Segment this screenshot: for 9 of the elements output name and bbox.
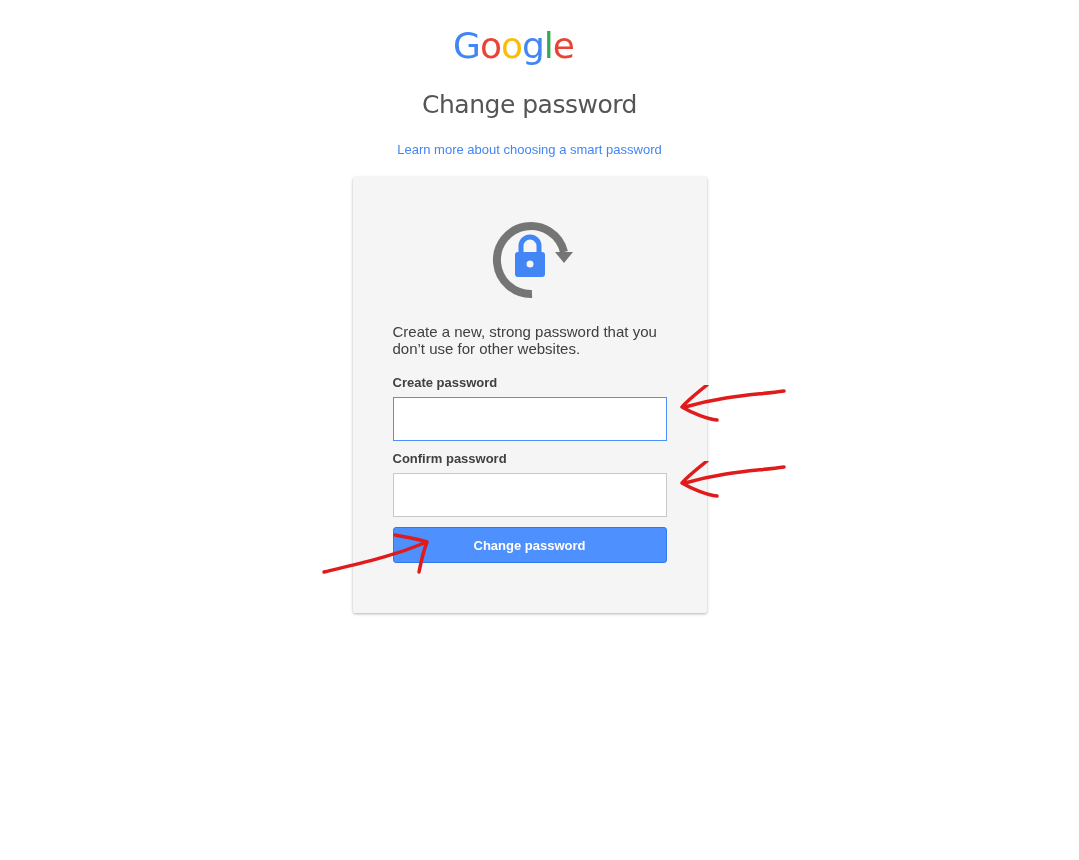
logo: Google	[453, 24, 574, 68]
password-field[interactable]	[392, 473, 667, 517]
field-label: Create password	[392, 375, 499, 390]
instructions-text: Create a new, strong password that you don’t use for other websites.	[392, 323, 658, 357]
page-title: Change password	[422, 90, 637, 120]
field-label: Confirm password	[392, 451, 508, 466]
change-password-button[interactable]: Change password	[392, 527, 667, 563]
help-link[interactable]: Learn more about choosing a smart password	[397, 142, 662, 157]
password-field[interactable]	[392, 397, 667, 441]
